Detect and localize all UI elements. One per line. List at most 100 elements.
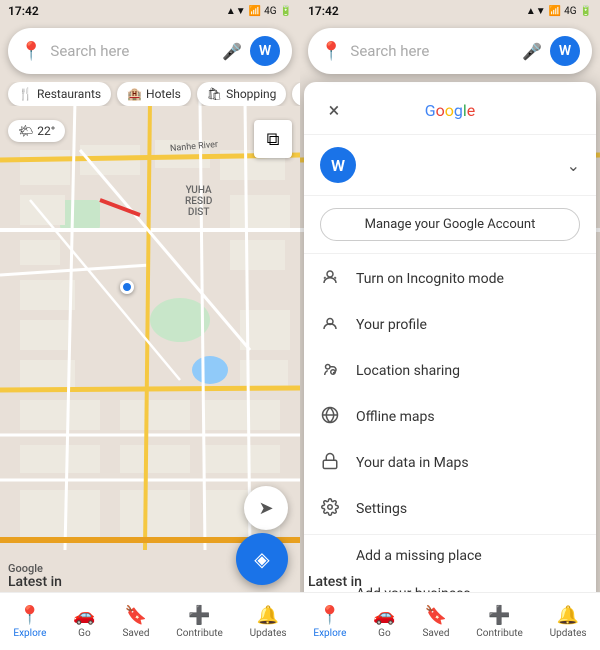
explore-label-right: Explore <box>313 628 346 639</box>
google-logo-left: Google <box>8 562 43 575</box>
navigate-button[interactable]: ➤ <box>244 486 288 530</box>
go-icon-right: 🚗 <box>373 605 395 626</box>
go-label-right: Go <box>378 628 391 639</box>
restaurants-icon: 🍴 <box>18 87 33 101</box>
updates-icon-left: 🔔 <box>257 605 279 626</box>
chevron-down-icon[interactable]: ⌄ <box>567 156 580 175</box>
user-section: W ⌄ <box>304 135 596 196</box>
menu-item-incognito[interactable]: Turn on Incognito mode <box>304 256 596 302</box>
district-label-yuha: YUHARESIDDIST <box>185 185 212 218</box>
time-left: 17:42 <box>8 4 39 18</box>
contribute-label-left: Contribute <box>176 628 223 639</box>
saved-label-right: Saved <box>422 628 449 639</box>
updates-label-right: Updates <box>550 628 587 639</box>
menu-item-settings[interactable]: Settings <box>304 486 596 532</box>
pill-hotels[interactable]: 🏨 Hotels <box>117 82 191 106</box>
settings-icon <box>320 498 340 520</box>
tab-saved-left[interactable]: 🔖 Saved <box>122 605 149 639</box>
layers-button[interactable]: ⧉ <box>254 120 292 158</box>
tab-explore-right[interactable]: 📍 Explore <box>313 605 346 639</box>
maps-fab[interactable]: ◈ <box>236 533 288 585</box>
contribute-icon-left: ➕ <box>188 605 210 626</box>
search-input-right[interactable]: Search here <box>350 42 522 60</box>
go-label-left: Go <box>78 628 91 639</box>
battery-icon-left: 🔋 <box>280 6 292 17</box>
your-data-label: Your data in Maps <box>356 455 580 471</box>
network-icon-right: ▲▼ <box>526 6 546 17</box>
saved-icon-left: 🔖 <box>125 605 147 626</box>
offline-maps-icon <box>320 406 340 428</box>
profile-icon <box>320 314 340 336</box>
weather-icon: 🌤 <box>18 124 33 138</box>
bottom-bar-left: 📍 Explore 🚗 Go 🔖 Saved ➕ Contribute 🔔 Up… <box>0 592 300 650</box>
tab-go-left[interactable]: 🚗 Go <box>73 605 95 639</box>
tab-explore-left[interactable]: 📍 Explore <box>13 605 46 639</box>
hotels-icon: 🏨 <box>127 87 142 101</box>
pill-restaurants[interactable]: 🍴 Restaurants <box>8 82 111 106</box>
settings-label: Settings <box>356 501 580 517</box>
menu-divider-1 <box>304 253 596 254</box>
tab-updates-right[interactable]: 🔔 Updates <box>550 605 587 639</box>
pill-restaurants-label: Restaurants <box>37 87 101 101</box>
time-right: 17:42 <box>308 4 339 18</box>
location-dot <box>120 280 134 294</box>
status-icons-left: ▲▼ 📶 4G 🔋 <box>226 6 292 17</box>
avatar-left[interactable]: W <box>250 36 280 66</box>
incognito-label: Turn on Incognito mode <box>356 271 580 287</box>
network-type-left: 4G <box>264 6 276 17</box>
manage-account-button[interactable]: Manage your Google Account <box>320 208 580 241</box>
network-type-right: 4G <box>564 6 576 17</box>
updates-icon-right: 🔔 <box>557 605 579 626</box>
your-data-icon <box>320 452 340 474</box>
search-bar-right[interactable]: 📍 Search here 🎤 W <box>308 28 592 74</box>
menu-item-location-sharing[interactable]: Location sharing <box>304 348 596 394</box>
right-modal-panel: 17:42 ▲▼ 📶 4G 🔋 📍 Search here 🎤 W × Goog… <box>300 0 600 650</box>
menu-item-profile[interactable]: Your profile <box>304 302 596 348</box>
pill-shopping-label: Shopping <box>226 87 276 101</box>
search-input-left[interactable]: Search here <box>50 42 222 60</box>
shopping-icon: 🛍 <box>207 87 222 101</box>
google-account-modal: × Google W ⌄ Manage your Google Account … <box>304 82 596 650</box>
tab-contribute-left[interactable]: ➕ Contribute <box>176 605 223 639</box>
weather-badge[interactable]: 🌤 22° <box>8 120 65 142</box>
updates-label-left: Updates <box>250 628 287 639</box>
latest-text-right: Latest in <box>308 574 362 590</box>
pill-hotels-label: Hotels <box>146 87 181 101</box>
navigate-icon: ➤ <box>258 498 273 519</box>
tab-contribute-right[interactable]: ➕ Contribute <box>476 605 523 639</box>
menu-item-your-data[interactable]: Your data in Maps <box>304 440 596 486</box>
avatar-right[interactable]: W <box>550 36 580 66</box>
tab-updates-left[interactable]: 🔔 Updates <box>250 605 287 639</box>
signal-icon-right: 📶 <box>549 6 561 17</box>
contribute-label-right: Contribute <box>476 628 523 639</box>
layers-icon: ⧉ <box>267 129 280 150</box>
tab-go-right[interactable]: 🚗 Go <box>373 605 395 639</box>
pill-shopping[interactable]: 🛍 Shopping <box>197 82 287 106</box>
status-bar-left: 17:42 ▲▼ 📶 4G 🔋 <box>0 0 300 22</box>
explore-icon-left: 📍 <box>19 605 41 626</box>
google-logo-modal: Google <box>425 101 476 120</box>
saved-label-left: Saved <box>122 628 149 639</box>
bottom-bar-right: 📍 Explore 🚗 Go 🔖 Saved ➕ Contribute 🔔 Up… <box>300 592 600 650</box>
mic-icon-right[interactable]: 🎤 <box>522 42 542 61</box>
status-bar-right: 17:42 ▲▼ 📶 4G 🔋 <box>300 0 600 22</box>
add-missing-place-item[interactable]: Add a missing place <box>304 537 596 575</box>
location-sharing-icon <box>320 360 340 382</box>
mic-icon-left[interactable]: 🎤 <box>222 42 242 61</box>
pill-gas[interactable]: ⛽ Gas <box>292 82 300 106</box>
explore-icon-right: 📍 <box>319 605 341 626</box>
search-bar-left[interactable]: 📍 Search here 🎤 W <box>8 28 292 74</box>
network-icon-left: ▲▼ <box>226 6 246 17</box>
offline-maps-label: Offline maps <box>356 409 580 425</box>
profile-label: Your profile <box>356 317 580 333</box>
left-map-panel: Nanhe River YUHARESIDDIST 17:42 ▲▼ 📶 4G … <box>0 0 300 650</box>
signal-icon-left: 📶 <box>249 6 261 17</box>
menu-item-offline-maps[interactable]: Offline maps <box>304 394 596 440</box>
contribute-icon-right: ➕ <box>488 605 510 626</box>
explore-label-left: Explore <box>13 628 46 639</box>
maps-pin-icon-right: 📍 <box>320 41 342 62</box>
tab-saved-right[interactable]: 🔖 Saved <box>422 605 449 639</box>
menu-divider-2 <box>304 534 596 535</box>
go-icon-left: 🚗 <box>73 605 95 626</box>
close-button[interactable]: × <box>320 96 348 124</box>
